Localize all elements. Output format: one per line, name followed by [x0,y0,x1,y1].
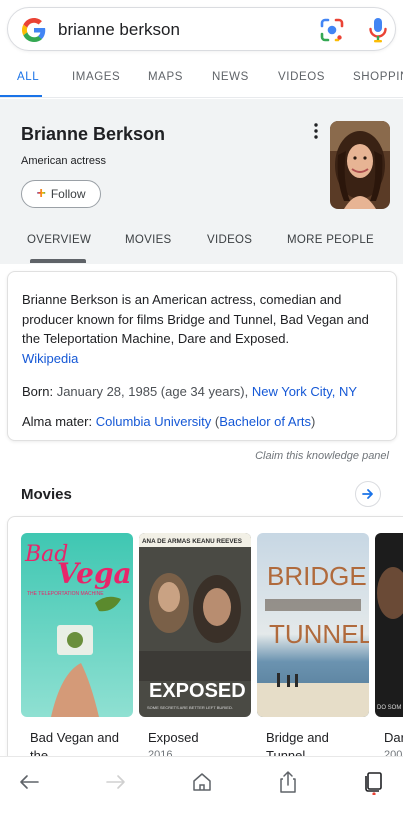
panel-tab-indicator [30,259,86,263]
alma-degree-link[interactable]: Bachelor of Arts [219,414,311,429]
tab-videos[interactable]: VIDEOS [278,71,325,83]
poster-title-vegan: Vegan [57,557,133,590]
claim-panel-link[interactable]: Claim this knowledge panel [255,450,389,462]
tabs-icon[interactable] [361,769,387,795]
poster-text: DO SOM [377,705,401,711]
poster-subtitle: THE TELEPORTATION MACHINE [27,591,104,597]
movie-card[interactable]: Bad Vegan THE TELEPORTATION MACHINE Bad … [21,533,133,766]
movie-card[interactable]: ANA DE ARMAS KEANU REEVES EXPOSED SOME S… [139,533,251,766]
movie-poster: DO SOM [375,533,403,717]
movie-title: Exposed [148,730,199,745]
movie-poster: BRIDGE TUNNEL [257,533,369,717]
google-g-icon [22,18,46,42]
movie-poster: Bad Vegan THE TELEPORTATION MACHINE [21,533,133,717]
knowledge-panel-header: Brianne Berkson American actress + Follo… [0,99,403,264]
browser-toolbar [0,756,403,820]
fact-born-value: January 28, 1985 (age 34 years), [56,384,249,399]
search-bar[interactable]: brianne berkson [7,7,396,51]
panel-tab-overview[interactable]: OVERVIEW [27,234,91,246]
entity-name: Brianne Berkson [21,124,166,144]
movie-card[interactable]: DO SOM Dar 200 [375,533,403,766]
search-tabs: ALL IMAGES MAPS NEWS VIDEOS SHOPPIN [0,60,403,98]
tab-images[interactable]: IMAGES [72,71,120,83]
fact-born: Born: January 28, 1985 (age 34 years), N… [22,384,357,399]
panel-tab-more-people[interactable]: MORE PEOPLE [287,234,374,246]
follow-label: Follow [50,187,86,201]
entity-subtitle: American actress [21,155,106,167]
wikipedia-link[interactable]: Wikipedia [22,351,78,366]
arrow-right-icon [362,489,373,499]
movie-title: Dar [384,730,403,745]
poster-title-bridge: BRIDGE [267,561,367,591]
share-icon[interactable] [275,769,301,795]
movies-more-button[interactable] [355,481,381,507]
description-text: Brianne Berkson is an American actress, … [22,292,369,346]
description-card: Brianne Berkson is an American actress, … [7,271,397,441]
home-icon[interactable] [189,769,215,795]
tab-maps[interactable]: MAPS [148,71,183,83]
fact-born-label: Born: [22,384,54,399]
poster-cast: ANA DE ARMAS KEANU REEVES [142,538,242,545]
active-tab-indicator [0,95,42,97]
mic-icon[interactable] [367,17,389,43]
movie-poster: ANA DE ARMAS KEANU REEVES EXPOSED SOME S… [139,533,251,717]
lens-icon[interactable] [319,17,345,43]
search-input[interactable]: brianne berkson [58,20,180,40]
follow-button[interactable]: + Follow [21,180,101,208]
movies-heading: Movies [21,486,72,503]
poster-title-tunnel: TUNNEL [269,619,369,649]
panel-tab-movies[interactable]: MOVIES [125,234,172,246]
entity-photo[interactable] [330,121,390,209]
kebab-icon[interactable] [313,123,319,139]
poster-tagline: SOME SECRETS ARE BETTER LEFT BURIED. [147,705,233,710]
fact-alma-mater: Alma mater: Columbia University (Bachelo… [22,414,316,429]
movies-carousel[interactable]: Bad Vegan THE TELEPORTATION MACHINE Bad … [7,516,403,766]
tab-all[interactable]: ALL [17,71,39,83]
movie-card[interactable]: BRIDGE TUNNEL Bridge and Tunnel [257,533,369,766]
tab-news[interactable]: NEWS [212,71,249,83]
alma-school-link[interactable]: Columbia University [96,414,212,429]
description: Brianne Berkson is an American actress, … [22,290,384,368]
forward-icon[interactable] [103,769,129,795]
born-place-link[interactable]: New York City, NY [252,384,357,399]
tab-shopping[interactable]: SHOPPIN [353,71,403,83]
page: brianne berkson ALL IMAGES MAPS NEWS VID… [0,0,403,820]
plus-icon: + [36,185,46,202]
back-icon[interactable] [16,769,42,795]
fact-alma-label: Alma mater: [22,414,93,429]
panel-tab-videos[interactable]: VIDEOS [207,234,252,246]
poster-title-exposed: EXPOSED [149,680,246,702]
